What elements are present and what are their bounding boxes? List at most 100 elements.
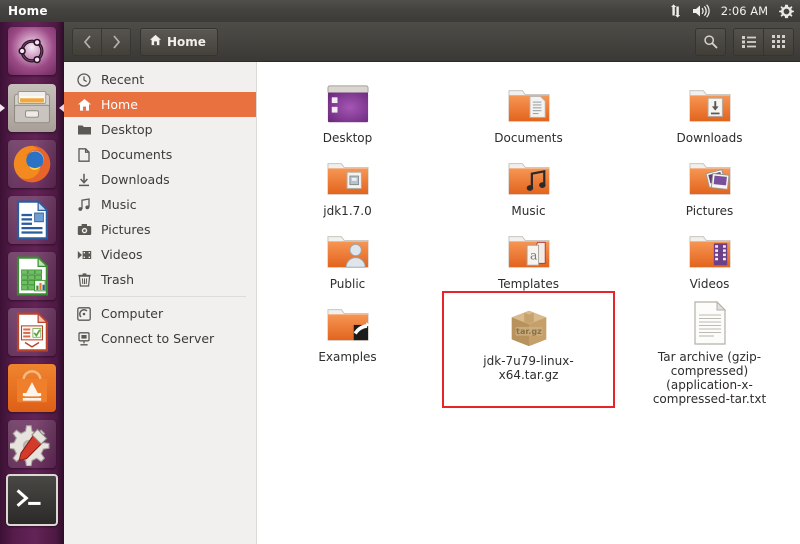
navigation-buttons — [72, 27, 131, 56]
file-label: Desktop — [322, 131, 373, 145]
file-item[interactable]: Music — [438, 147, 619, 218]
file-item[interactable]: a Templates — [438, 220, 619, 291]
folder-videos-icon — [686, 226, 734, 274]
sidebar-label: Downloads — [101, 172, 170, 187]
folder-documents-icon — [505, 80, 553, 128]
file-item[interactable]: jdk1.7.0 — [257, 147, 438, 218]
session-gear-icon[interactable] — [779, 0, 794, 22]
launcher-item-terminal[interactable] — [0, 472, 64, 528]
forward-button[interactable] — [101, 28, 130, 55]
file-manager-body: Recent Home Desktop Documents Downloads … — [64, 62, 800, 544]
file-item[interactable]: Pictures — [619, 147, 800, 218]
home-icon — [76, 97, 92, 113]
launcher-item-libreoffice-impress[interactable] — [0, 304, 64, 360]
file-item[interactable]: Videos — [619, 220, 800, 291]
sidebar-item-pictures[interactable]: Pictures — [64, 217, 256, 242]
sidebar-item-desktop[interactable]: Desktop — [64, 117, 256, 142]
sidebar-item-home[interactable]: Home — [64, 92, 256, 117]
list-view-button[interactable] — [734, 28, 763, 55]
view-mode-buttons — [733, 27, 794, 56]
download-icon — [76, 172, 92, 188]
file-label: jdk-7u79-linux-x64.tar.gz — [483, 354, 574, 382]
back-button[interactable] — [73, 28, 101, 55]
breadcrumb-home[interactable]: Home — [140, 27, 218, 56]
terminal-icon — [6, 474, 58, 526]
sidebar-item-connect-to-server[interactable]: Connect to Server — [64, 326, 256, 351]
camera-icon — [76, 222, 92, 238]
folder-pictures-icon — [686, 153, 734, 201]
grid-view-button[interactable] — [763, 28, 793, 55]
sidebar-label: Desktop — [101, 122, 153, 137]
file-item[interactable]: Examples — [257, 293, 438, 406]
ubuntu-desktop: Home 2:06 AM Home Recent Home Desktop Do… — [0, 0, 800, 544]
sidebar-label: Videos — [101, 247, 143, 262]
sidebar-item-documents[interactable]: Documents — [64, 142, 256, 167]
firefox-icon — [8, 140, 56, 188]
file-manager-window: Home Recent Home Desktop Documents Downl… — [64, 22, 800, 544]
sidebar-item-downloads[interactable]: Downloads — [64, 167, 256, 192]
libreoffice-writer-icon — [8, 196, 56, 244]
folder-music-icon — [505, 153, 553, 201]
trash-icon — [76, 272, 92, 288]
file-item[interactable]: Desktop — [257, 74, 438, 145]
libreoffice-calc-icon — [8, 252, 56, 300]
computer-icon — [76, 306, 92, 322]
file-label: Music — [511, 204, 546, 218]
launcher-item-dash[interactable] — [0, 22, 64, 80]
top-panel: Home 2:06 AM — [0, 0, 800, 22]
search-button[interactable] — [695, 27, 726, 56]
launcher-item-firefox[interactable] — [0, 136, 64, 192]
launcher-focused-arrow-right — [59, 104, 64, 112]
libreoffice-impress-icon — [8, 308, 56, 356]
launcher-item-libreoffice-calc[interactable] — [0, 248, 64, 304]
file-label: Documents — [494, 131, 563, 145]
file-label: Public — [329, 277, 366, 291]
svg-text:tar.gz: tar.gz — [516, 326, 542, 336]
svg-text:a: a — [529, 248, 537, 263]
sidebar-item-computer[interactable]: Computer — [64, 301, 256, 326]
file-icon-view[interactable]: Desktop Documents Downloads jdk1.7.0 Mus… — [257, 62, 800, 544]
music-note-icon — [76, 197, 92, 213]
volume-icon[interactable] — [692, 0, 710, 22]
file-item[interactable]: Tar archive (gzip-compressed) (applicati… — [619, 293, 800, 406]
folder-public-icon — [324, 226, 372, 274]
launcher-item-files[interactable] — [0, 80, 64, 136]
toolbar-right-group — [695, 27, 794, 56]
launcher-item-libreoffice-writer[interactable] — [0, 192, 64, 248]
software-center-icon — [8, 364, 56, 412]
sidebar-label: Recent — [101, 72, 145, 87]
sidebar-item-videos[interactable]: Videos — [64, 242, 256, 267]
panel-clock[interactable]: 2:06 AM — [719, 4, 770, 18]
sidebar-item-music[interactable]: Music — [64, 192, 256, 217]
folder-icon — [324, 153, 372, 201]
launcher-item-software-center[interactable] — [0, 360, 64, 416]
launcher-item-system-settings[interactable] — [0, 416, 64, 472]
home-icon — [149, 34, 162, 49]
file-grid: Desktop Documents Downloads jdk1.7.0 Mus… — [257, 74, 800, 408]
sidebar-item-recent[interactable]: Recent — [64, 67, 256, 92]
file-label: Examples — [318, 350, 377, 364]
sidebar-divider — [70, 296, 246, 297]
sidebar-label: Documents — [101, 147, 173, 162]
desktop-folder-icon — [76, 122, 92, 138]
places-sidebar: Recent Home Desktop Documents Downloads … — [64, 62, 257, 544]
sidebar-item-trash[interactable]: Trash — [64, 267, 256, 292]
sidebar-label: Trash — [101, 272, 135, 287]
file-item-selected-highlight[interactable]: tar.gz jdk-7u79-linux-x64.tar.gz — [442, 291, 615, 408]
text-file-icon — [686, 299, 734, 347]
panel-indicator-area: 2:06 AM — [668, 0, 800, 22]
panel-window-title: Home — [8, 4, 48, 18]
files-icon — [8, 84, 56, 132]
sidebar-label: Computer — [101, 306, 164, 321]
file-item[interactable]: Public — [257, 220, 438, 291]
clock-icon — [76, 72, 92, 88]
video-icon — [76, 247, 92, 263]
folder-downloads-icon — [686, 80, 734, 128]
file-item[interactable]: Documents — [438, 74, 619, 145]
file-item[interactable]: Downloads — [619, 74, 800, 145]
network-icon[interactable] — [668, 0, 683, 22]
file-label: Tar archive (gzip-compressed) (applicati… — [652, 350, 767, 406]
file-label: jdk1.7.0 — [323, 204, 372, 218]
system-settings-icon — [8, 420, 56, 468]
folder-templates-icon: a — [505, 226, 553, 274]
